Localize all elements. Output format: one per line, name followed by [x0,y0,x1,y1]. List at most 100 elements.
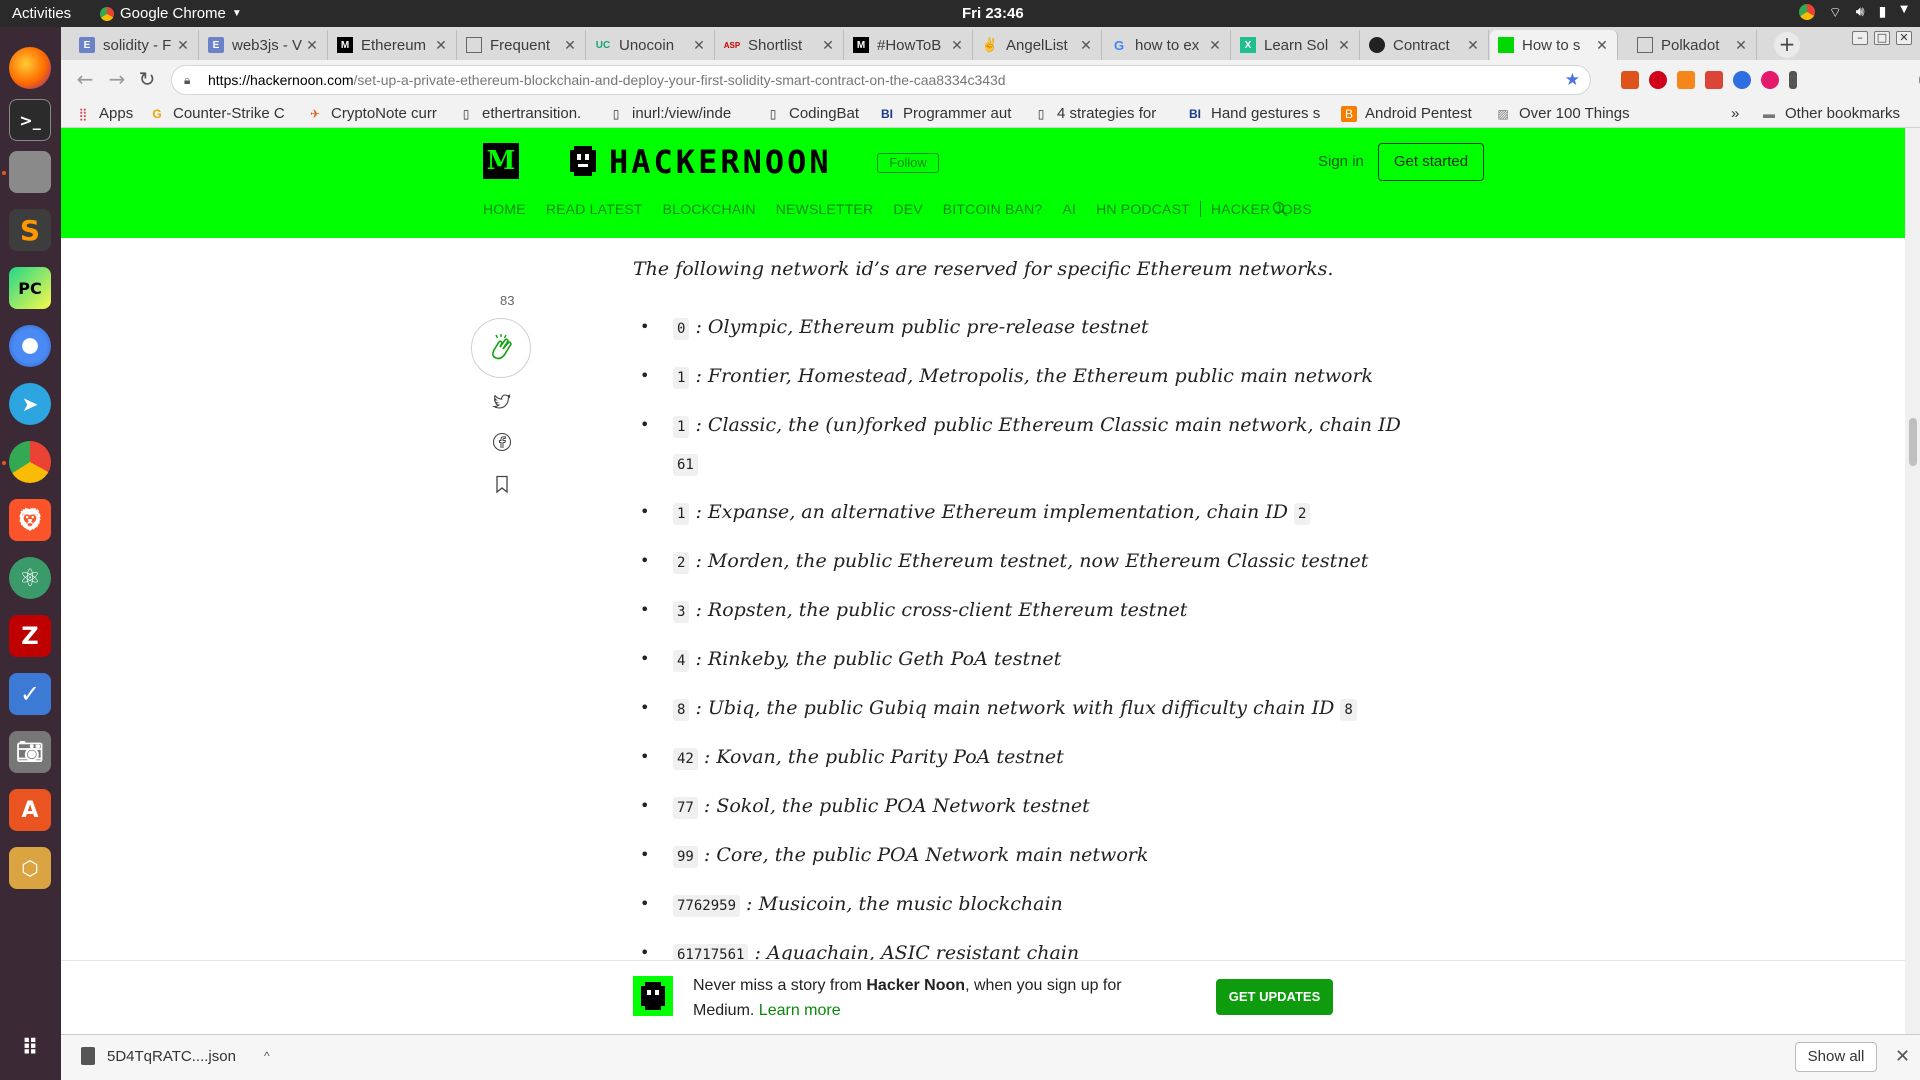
sign-in-link[interactable]: Sign in [1318,153,1364,170]
close-icon[interactable]: ✕ [1079,37,1093,54]
close-icon[interactable]: ✕ [434,37,448,54]
tab[interactable]: M #HowToB ✕ [845,30,973,60]
activities-button[interactable]: Activities [12,5,71,22]
search-icon[interactable] [1272,201,1288,217]
extension-icon[interactable] [1705,71,1723,89]
other-bookmarks[interactable]: ▬ Other bookmarks [1761,105,1900,122]
nav-blockchain[interactable]: BLOCKCHAIN [663,201,756,217]
show-all-button[interactable]: Show all [1795,1042,1877,1072]
close-icon[interactable]: ✕ [1734,37,1748,54]
bookmark-item[interactable]: ▯ 4 strategies for [1033,105,1173,122]
get-started-button[interactable]: Get started [1378,143,1484,181]
app-menu[interactable]: Google Chrome ▼ [100,5,242,22]
filezilla-icon[interactable]: Z [9,615,51,657]
files-icon[interactable] [9,151,51,193]
show-applications-icon[interactable]: ⠿ [9,1027,51,1069]
system-tray[interactable]: ⌔ 🔊︎ ▮ ▼ [1798,4,1908,22]
pycharm-icon[interactable]: PC [9,267,51,309]
hackernoon-wordmark[interactable]: HACKERNOON [609,143,832,181]
download-item[interactable]: 5D4TqRATC....json ^ [81,1047,270,1065]
extension-icon[interactable] [1649,71,1667,89]
nav-ai[interactable]: AI [1062,201,1076,217]
nav-bitcoin-ban[interactable]: BITCOIN BAN? [943,201,1043,217]
extension-icon[interactable] [1621,71,1639,89]
close-icon[interactable]: ✕ [1208,37,1222,54]
brave-icon[interactable]: 🦁︎ [9,499,51,541]
bookmark-item[interactable]: BI Hand gestures s [1187,105,1327,122]
nav-hacker-jobs[interactable]: HACKER JOBS [1211,201,1312,217]
terminal-icon[interactable]: >_ [9,99,51,141]
forward-icon[interactable]: → [105,68,129,92]
page-scrollbar[interactable] [1905,128,1920,1034]
clap-button[interactable] [471,318,531,378]
tab[interactable]: UC Unocoin ✕ [587,30,715,60]
learn-more-link[interactable]: Learn more [759,1002,841,1019]
bookmark-item[interactable]: B Android Pentest [1341,105,1481,122]
software-center-icon[interactable]: A [9,789,51,831]
screenshot-icon[interactable]: 📷︎ [9,731,51,773]
close-window-icon[interactable]: ✕ [1896,31,1912,45]
facebook-icon[interactable] [492,432,512,452]
follow-button[interactable]: Follow [877,153,939,173]
sublime-text-icon[interactable]: S [9,209,51,251]
extension-icon[interactable] [1733,71,1751,89]
tab[interactable]: ✌ AngelList ✕ [974,30,1102,60]
twitter-icon[interactable] [492,392,512,412]
extension-icon[interactable] [1761,71,1779,89]
close-icon[interactable]: ✕ [176,37,190,54]
tab[interactable]: M Ethereum ✕ [329,30,457,60]
nav-home[interactable]: HOME [483,201,526,217]
tab[interactable]: X Learn Sol ✕ [1232,30,1360,60]
chrome-icon[interactable] [9,441,51,483]
bookmark-item[interactable]: BI Programmer aut [879,105,1015,122]
tab[interactable]: Ghow to ex ✕ [1103,30,1231,60]
nav-newsletter[interactable]: NEWSLETTER [776,201,874,217]
nav-dev[interactable]: DEV [893,201,922,217]
close-icon[interactable]: ✕ [1466,37,1480,54]
telegram-icon[interactable]: ➤ [9,383,51,425]
get-updates-button[interactable]: GET UPDATES [1216,979,1333,1015]
extension-icon[interactable] [1789,71,1797,89]
tab[interactable]: Contract ✕ [1361,30,1489,60]
bookmark-item[interactable]: ▯ CodingBat [765,105,859,122]
atom-icon[interactable]: ⚛ [9,557,51,599]
close-icon[interactable]: ✕ [1895,1046,1910,1067]
bookmark-apps[interactable]: ⣿ Apps [75,105,134,122]
close-icon[interactable]: ✕ [563,37,577,54]
nav-read-latest[interactable]: READ LATEST [546,201,643,217]
tab[interactable]: Esolidity - F ✕ [71,30,199,60]
minimize-icon[interactable]: – [1852,31,1868,45]
tab[interactable]: Polkadot ✕ [1629,30,1757,60]
bookmark-item[interactable]: ▨ Over 100 Things [1495,105,1635,122]
tab[interactable]: Frequent ✕ [458,30,586,60]
bookmark-item[interactable]: ▯ inurl:/view/inde [608,105,744,122]
hackernoon-head-icon[interactable] [564,142,602,180]
close-icon[interactable]: ✕ [305,37,319,54]
new-tab-button[interactable]: + [1774,32,1800,58]
bookmark-icon[interactable] [492,474,512,494]
address-bar[interactable]: 🔒︎ https://hackernoon.com/set-up-a-priva… [171,65,1591,95]
bookmarks-overflow[interactable]: » [1731,105,1739,122]
medium-logo[interactable]: M [483,143,519,179]
tasks-icon[interactable]: ✓ [9,673,51,715]
firefox-icon[interactable] [9,47,51,89]
maximize-icon[interactable]: □ [1874,31,1890,45]
tab[interactable]: ASP Shortlist ✕ [716,30,844,60]
bookmark-item[interactable]: G Counter-Strike C [149,105,289,122]
tab-active[interactable]: How to s ✕ [1490,30,1618,60]
close-icon[interactable]: ✕ [1337,37,1351,54]
bookmark-star-icon[interactable]: ★ [1565,70,1580,90]
clock[interactable]: Fri 23:46 [962,5,1024,22]
chromium-icon[interactable] [9,325,51,367]
close-icon[interactable]: ✕ [950,37,964,54]
chevron-up-icon[interactable]: ^ [264,1049,270,1063]
scrollbar-thumb[interactable] [1909,418,1917,466]
bookmark-item[interactable]: ▯ ethertransition. [458,105,594,122]
back-icon[interactable]: ← [73,68,97,92]
tab[interactable]: Eweb3js - V ✕ [200,30,328,60]
close-icon[interactable]: ✕ [821,37,835,54]
reload-icon[interactable]: ↻ [135,68,159,92]
extension-icon[interactable] [1677,71,1695,89]
close-icon[interactable]: ✕ [1595,37,1609,54]
close-icon[interactable]: ✕ [692,37,706,54]
